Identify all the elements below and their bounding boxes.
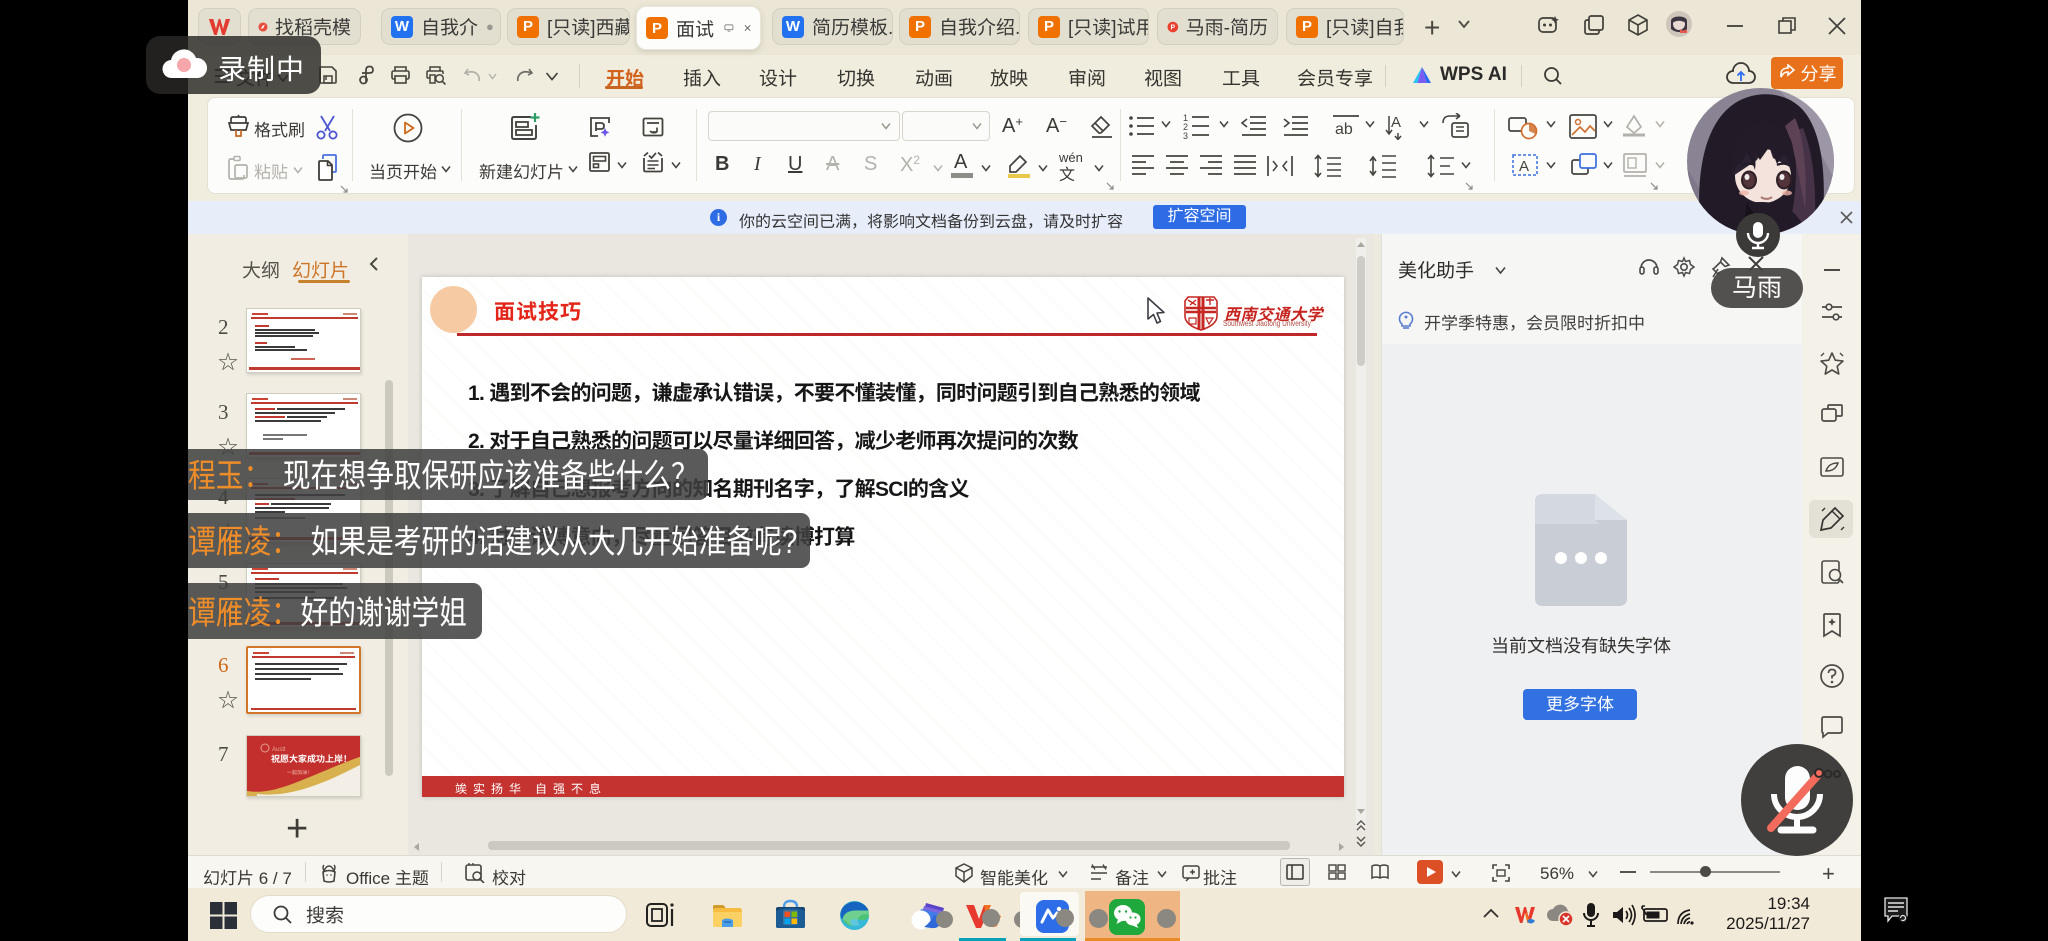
svg-text:A: A <box>1391 114 1401 131</box>
svg-text:P: P <box>1171 24 1176 31</box>
svg-text:3: 3 <box>1183 131 1188 139</box>
svg-text:一起加油！: 一起加油！ <box>287 769 312 776</box>
svg-text:祝愿大家成功上岸！: 祝愿大家成功上岸！ <box>271 752 352 765</box>
svg-text:A: A <box>1519 158 1529 175</box>
svg-text:ab: ab <box>1335 121 1353 138</box>
svg-text:Austt: Austt <box>272 747 286 753</box>
